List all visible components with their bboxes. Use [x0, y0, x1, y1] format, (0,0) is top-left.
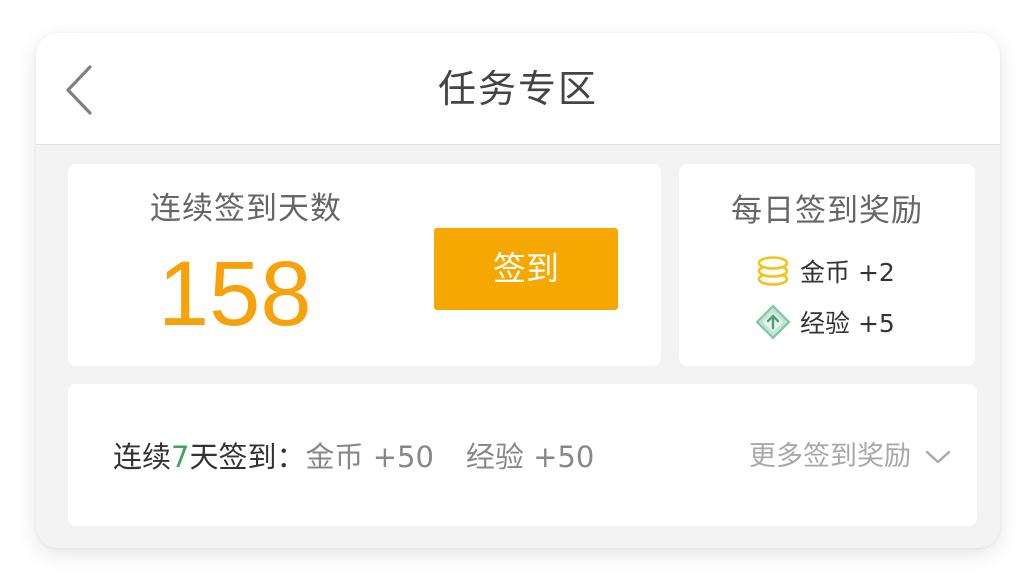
checkin-button[interactable]: 签到 — [434, 228, 618, 310]
more-rewards-label: 更多签到奖励 — [749, 441, 911, 472]
bonus-days: 7 — [171, 440, 190, 474]
streak-label: 连续签到天数 — [150, 191, 342, 227]
reward-item-experience: 经验 +5 — [755, 304, 895, 340]
daily-reward-panel: 每日签到奖励 金币 +2 经验 +5 — [679, 164, 975, 366]
daily-reward-title: 每日签到奖励 — [731, 193, 923, 229]
streak-bonus-panel: 连续7天签到：金币 +50 经验 +50 更多签到奖励 — [68, 384, 977, 526]
more-rewards-link[interactable]: 更多签到奖励 — [749, 436, 951, 478]
bonus-suffix: 天签到： — [189, 440, 306, 474]
header-bar: 任务专区 — [36, 33, 1000, 145]
bonus-exp-reward: 经验 +50 — [465, 440, 595, 474]
task-zone-card: 任务专区 连续签到天数 158 签到 每日签到奖励 金币 +2 经验 +5 连续… — [36, 33, 1000, 548]
reward-experience-label: 经验 +5 — [800, 309, 895, 338]
streak-panel: 连续签到天数 158 签到 — [68, 164, 661, 366]
streak-count: 158 — [158, 243, 312, 345]
reward-item-coins: 金币 +2 — [755, 253, 895, 289]
bonus-coin-reward: 金币 +50 — [305, 440, 434, 474]
streak-bonus-text: 连续7天签到：金币 +50 经验 +50 — [113, 436, 594, 478]
coin-stack-icon — [757, 256, 789, 286]
chevron-down-icon — [925, 450, 951, 464]
experience-gem-icon — [755, 304, 791, 340]
page-title: 任务专区 — [437, 67, 598, 111]
bonus-prefix: 连续 — [113, 440, 172, 474]
reward-coins-label: 金币 +2 — [800, 258, 895, 287]
